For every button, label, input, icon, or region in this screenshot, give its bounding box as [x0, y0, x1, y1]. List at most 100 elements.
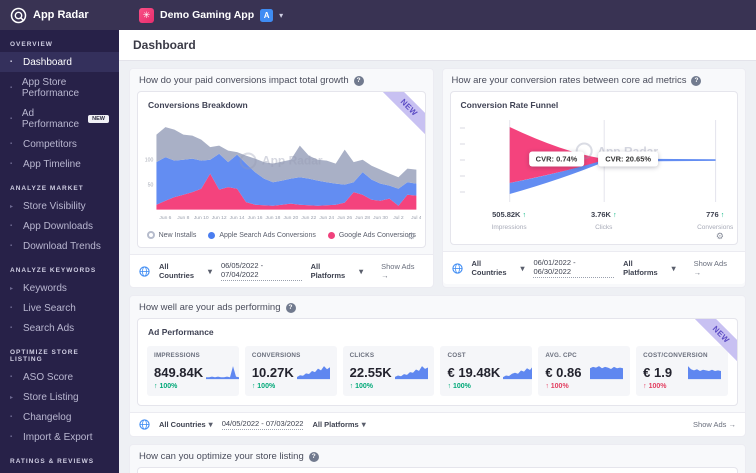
svg-text:Jun 30: Jun 30 [373, 215, 388, 221]
sidebar-item-aso-score[interactable]: ▪ ASO Score [0, 367, 119, 387]
svg-text:Jul 4: Jul 4 [411, 215, 420, 221]
platforms-filter[interactable]: All Platforms ▾ [311, 262, 364, 280]
trend-up-icon: ↑ [251, 383, 256, 390]
trend-up-icon: ↑ [545, 383, 549, 390]
sidebar-item-label: Download Trends [23, 240, 101, 252]
square-bullet-icon: ▪ [10, 141, 13, 147]
sidebar-item-reviews[interactable]: ▪Reviews [0, 469, 119, 473]
svg-text:Jun 22: Jun 22 [301, 215, 316, 221]
legend-apple-search-ads[interactable]: Apple Search Ads Conversions [208, 231, 316, 239]
arrow-right-icon: → [693, 268, 702, 277]
sidebar-item-import-export[interactable]: ▪ Import & Export [0, 427, 119, 447]
app-radar-logo[interactable]: App Radar [0, 7, 129, 24]
chevron-down-icon: ▾ [359, 266, 364, 276]
date-range-filter[interactable]: 06/01/2022 - 06/30/2022 [533, 258, 615, 278]
countries-filter[interactable]: All Countries ▾ [159, 420, 213, 429]
main-content: Dashboard How do your paid conversions i… [119, 30, 756, 473]
sidebar-section-analyze-market: ANALYZE MARKET [10, 185, 84, 192]
trend-up-icon: ↑ [349, 383, 354, 390]
filter-bar: All Countries ▾ 06/01/2022 - 06/30/2022 A… [442, 251, 745, 284]
svg-text:Jun 24: Jun 24 [319, 215, 334, 221]
square-bullet-icon: ▪ [10, 434, 13, 440]
sidebar-item-store-listing[interactable]: ▸ Store Listing [0, 387, 119, 407]
sidebar-item-search-ads[interactable]: ▪ Search Ads [0, 318, 119, 338]
filter-bar: All Countries ▾ 04/05/2022 - 07/03/2022 A… [130, 412, 745, 436]
sidebar-item-label: App Downloads [23, 220, 94, 232]
svg-text:Jun 28: Jun 28 [355, 215, 370, 221]
help-icon[interactable]: ? [353, 75, 364, 86]
new-badge: NEW [88, 114, 109, 123]
sidebar-item-live-search[interactable]: ▪ Live Search [0, 298, 119, 318]
countries-filter[interactable]: All Countries ▾ [472, 259, 525, 277]
sidebar-item-label: Store Listing [23, 391, 79, 403]
square-bullet-icon: ▪ [10, 223, 13, 229]
trend-up-icon: ↑ [643, 383, 647, 390]
sidebar-item-competitors[interactable]: ▪ Competitors [0, 134, 119, 154]
help-icon[interactable]: ? [285, 302, 296, 313]
chevron-down-icon: ▾ [208, 420, 213, 429]
sidebar-section-optimize-store-listing: OPTIMIZE STORE LISTING [10, 349, 79, 363]
sidebar-item-download-trends[interactable]: ▪ Download Trends [0, 236, 119, 256]
funnel-stages: 505.82K ↑ Impressions 3.76K ↑ Clicks 776… [455, 210, 734, 244]
svg-text:Jun 8: Jun 8 [177, 215, 189, 221]
legend-google-ads[interactable]: Google Ads Conversions [327, 231, 416, 239]
sidebar-item-keywords[interactable]: ▸ Keywords [0, 278, 119, 298]
show-ads-link[interactable]: Show Ads → [694, 259, 736, 277]
app-selector[interactable]: ✳ Demo Gaming App A ▾ [139, 7, 283, 23]
sidebar-item-ad-performance[interactable]: ▪ Ad Performance NEW [0, 103, 119, 134]
sidebar-section-analyze-keywords: ANALYZE KEYWORDS [10, 267, 97, 274]
svg-text:Jun 6: Jun 6 [159, 215, 171, 221]
sidebar-item-dashboard[interactable]: ▪ Dashboard [0, 52, 119, 72]
date-range-filter[interactable]: 04/05/2022 - 07/03/2022 [221, 419, 304, 430]
sidebar-item-app-timeline[interactable]: ▪ App Timeline [0, 154, 119, 174]
demo-app-icon: ✳ [139, 7, 154, 23]
app-radar-dashboard: App Radar ✳ Demo Gaming App A ▾ OVERVIEW… [0, 0, 756, 473]
sidebar-item-label: Search Ads [23, 322, 75, 334]
sparkline-chart [687, 366, 721, 380]
stage-conversions: 776 ↑ Conversions [697, 210, 734, 231]
gear-icon[interactable]: ⚙ [407, 231, 415, 242]
conversions-panel: How do your paid conversions impact tota… [129, 68, 434, 288]
aso-panel: How can you optimize your store listing?… [129, 444, 746, 473]
chevron-down-icon: ▾ [207, 266, 212, 276]
trend-up-icon: ↑ [613, 212, 617, 219]
show-ads-link[interactable]: Show Ads → [693, 420, 736, 429]
gear-icon[interactable]: ⚙ [716, 231, 724, 242]
funnel-panel: How are your conversion rates between co… [441, 68, 746, 288]
help-icon[interactable]: ? [691, 75, 702, 86]
metric-cost: COST € 19.48K ↑ 100% [440, 346, 533, 396]
sidebar-item-store-visibility[interactable]: ▸ Store Visibility [0, 196, 119, 216]
svg-text:Jun 16: Jun 16 [248, 215, 263, 221]
legend-new-installs[interactable]: New Installs [146, 231, 196, 239]
chart-legend: New Installs Apple Search Ads Conversion… [138, 228, 425, 247]
sidebar-item-app-store-performance[interactable]: ▪ App Store Performance [0, 72, 119, 103]
card-title: Conversion Rate Funnel [460, 100, 559, 110]
show-ads-link[interactable]: Show Ads → [381, 262, 423, 280]
chevron-right-icon: ▸ [10, 285, 14, 292]
conversions-breakdown-chart: 50100Jun 6 Jun 8 Jun 10 Jun 12 Jun 14 Jun 16 J… [145, 127, 421, 221]
svg-text:Jun 14: Jun 14 [230, 215, 245, 221]
sidebar-item-label: Dashboard [23, 56, 72, 68]
app-radar-logo-icon [10, 7, 27, 23]
section-question: How can you optimize your store listing [139, 451, 304, 462]
countries-filter[interactable]: All Countries ▾ [159, 262, 212, 280]
sidebar-item-label: Competitors [23, 138, 77, 150]
trend-up-icon: ↑ [154, 383, 158, 390]
square-bullet-icon: ▪ [10, 374, 13, 380]
date-range-filter[interactable]: 06/05/2022 - 07/04/2022 [220, 261, 302, 281]
globe-icon [139, 265, 150, 277]
chevron-down-icon: ▾ [361, 420, 366, 429]
svg-text:Jul 2: Jul 2 [393, 215, 404, 221]
conversion-rate-funnel-chart [459, 120, 716, 202]
sparkline-chart [503, 367, 533, 380]
sidebar-item-label: Import & Export [23, 431, 93, 443]
platforms-filter[interactable]: All Platforms ▾ [623, 259, 676, 277]
app-store-badge: A [260, 8, 274, 22]
platforms-filter[interactable]: All Platforms ▾ [312, 420, 365, 429]
metric-avg-cpc: AVG. CPC € 0.86 ↑ 100% [538, 346, 631, 396]
help-icon[interactable]: ? [308, 451, 319, 462]
sidebar-section-overview: OVERVIEW [10, 41, 53, 48]
sidebar-item-app-downloads[interactable]: ▪ App Downloads [0, 216, 119, 236]
sidebar-section-ratings-reviews: RATINGS & REVIEWS [10, 458, 95, 465]
sidebar-item-changelog[interactable]: ▪ Changelog [0, 407, 119, 427]
